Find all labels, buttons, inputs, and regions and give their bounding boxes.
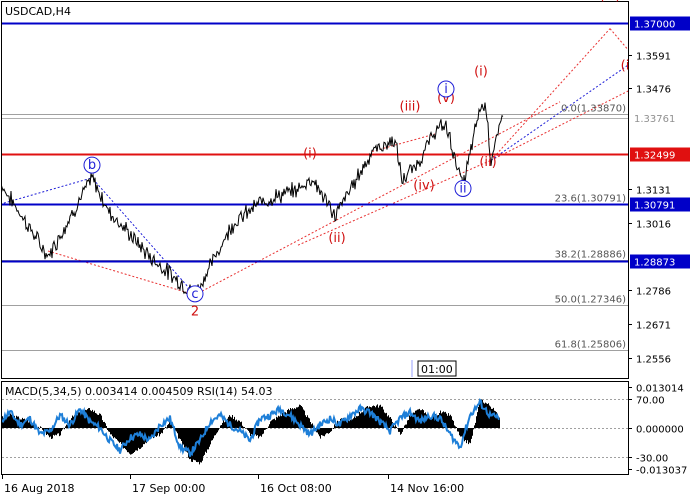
- indicator-y-tick-label: 0.000000: [636, 425, 684, 436]
- level-label: 1.30791: [634, 201, 675, 212]
- wave-label: 2: [191, 304, 199, 319]
- y-tick-label: 1.3016: [636, 220, 671, 231]
- indicator-y-tick-label: 70.00: [636, 396, 665, 407]
- chart-title: USDCAD,H4: [5, 5, 71, 18]
- wave-label: (ii): [328, 231, 345, 246]
- level-label: 1.37000: [634, 20, 675, 31]
- fib-label: 0.0(1.33870): [561, 104, 626, 115]
- wave-label: (iii): [400, 100, 421, 115]
- y-tick-label: 1.3476: [636, 85, 671, 96]
- wave-label: (i: [621, 59, 630, 74]
- time-marker-label: 01:00: [421, 363, 453, 376]
- wave-label: (iv): [413, 179, 434, 194]
- indicator-y-tick-label: -0.013037: [636, 466, 687, 477]
- last-price-label: 1.33761: [634, 114, 675, 125]
- y-tick-label: 1.3591: [636, 52, 671, 63]
- y-tick-label: 1.2556: [636, 355, 671, 366]
- fib-label: 50.0(1.27346): [555, 295, 627, 306]
- level-label: 1.28873: [634, 258, 675, 269]
- usdcad-chart: USDCAD,H4 bc2(i)(ii)(iii)(iv)(v)iii(i)(i…: [1, 0, 690, 495]
- x-tick-label: 14 Nov 16:00: [390, 482, 464, 495]
- wave-label: c: [191, 287, 198, 302]
- y-tick-label: 1.2671: [636, 321, 671, 332]
- wave-label: (i): [474, 64, 488, 79]
- fib-label: 23.6(1.30791): [555, 194, 627, 205]
- fib-label: 61.8(1.25806): [555, 340, 627, 351]
- y-tick-label: 1.3131: [636, 186, 671, 197]
- indicator-title: MACD(5,34,5) 0.003414 0.004509 RSI(14) 5…: [5, 385, 272, 398]
- wave-label: ii: [459, 181, 466, 196]
- indicator-y-tick-label: 0.013014: [636, 384, 684, 395]
- x-tick-label: 16 Aug 2018: [4, 482, 74, 495]
- wave-label: (i): [303, 146, 317, 161]
- wave-label: b: [88, 158, 96, 173]
- x-tick-label: 17 Sep 00:00: [132, 482, 205, 495]
- indicator-y-tick-label: -30.00: [636, 454, 668, 465]
- time-marker: 01:00: [411, 360, 457, 377]
- y-tick-label: 1.2786: [636, 287, 671, 298]
- wave-label: i: [444, 82, 448, 97]
- wave-label: (ii): [479, 155, 496, 170]
- fib-label: 38.2(1.28886): [555, 250, 627, 261]
- level-label: 1.32499: [634, 151, 675, 162]
- x-tick-label: 16 Oct 08:00: [260, 482, 332, 495]
- wave-label: (iii): [600, 0, 621, 3]
